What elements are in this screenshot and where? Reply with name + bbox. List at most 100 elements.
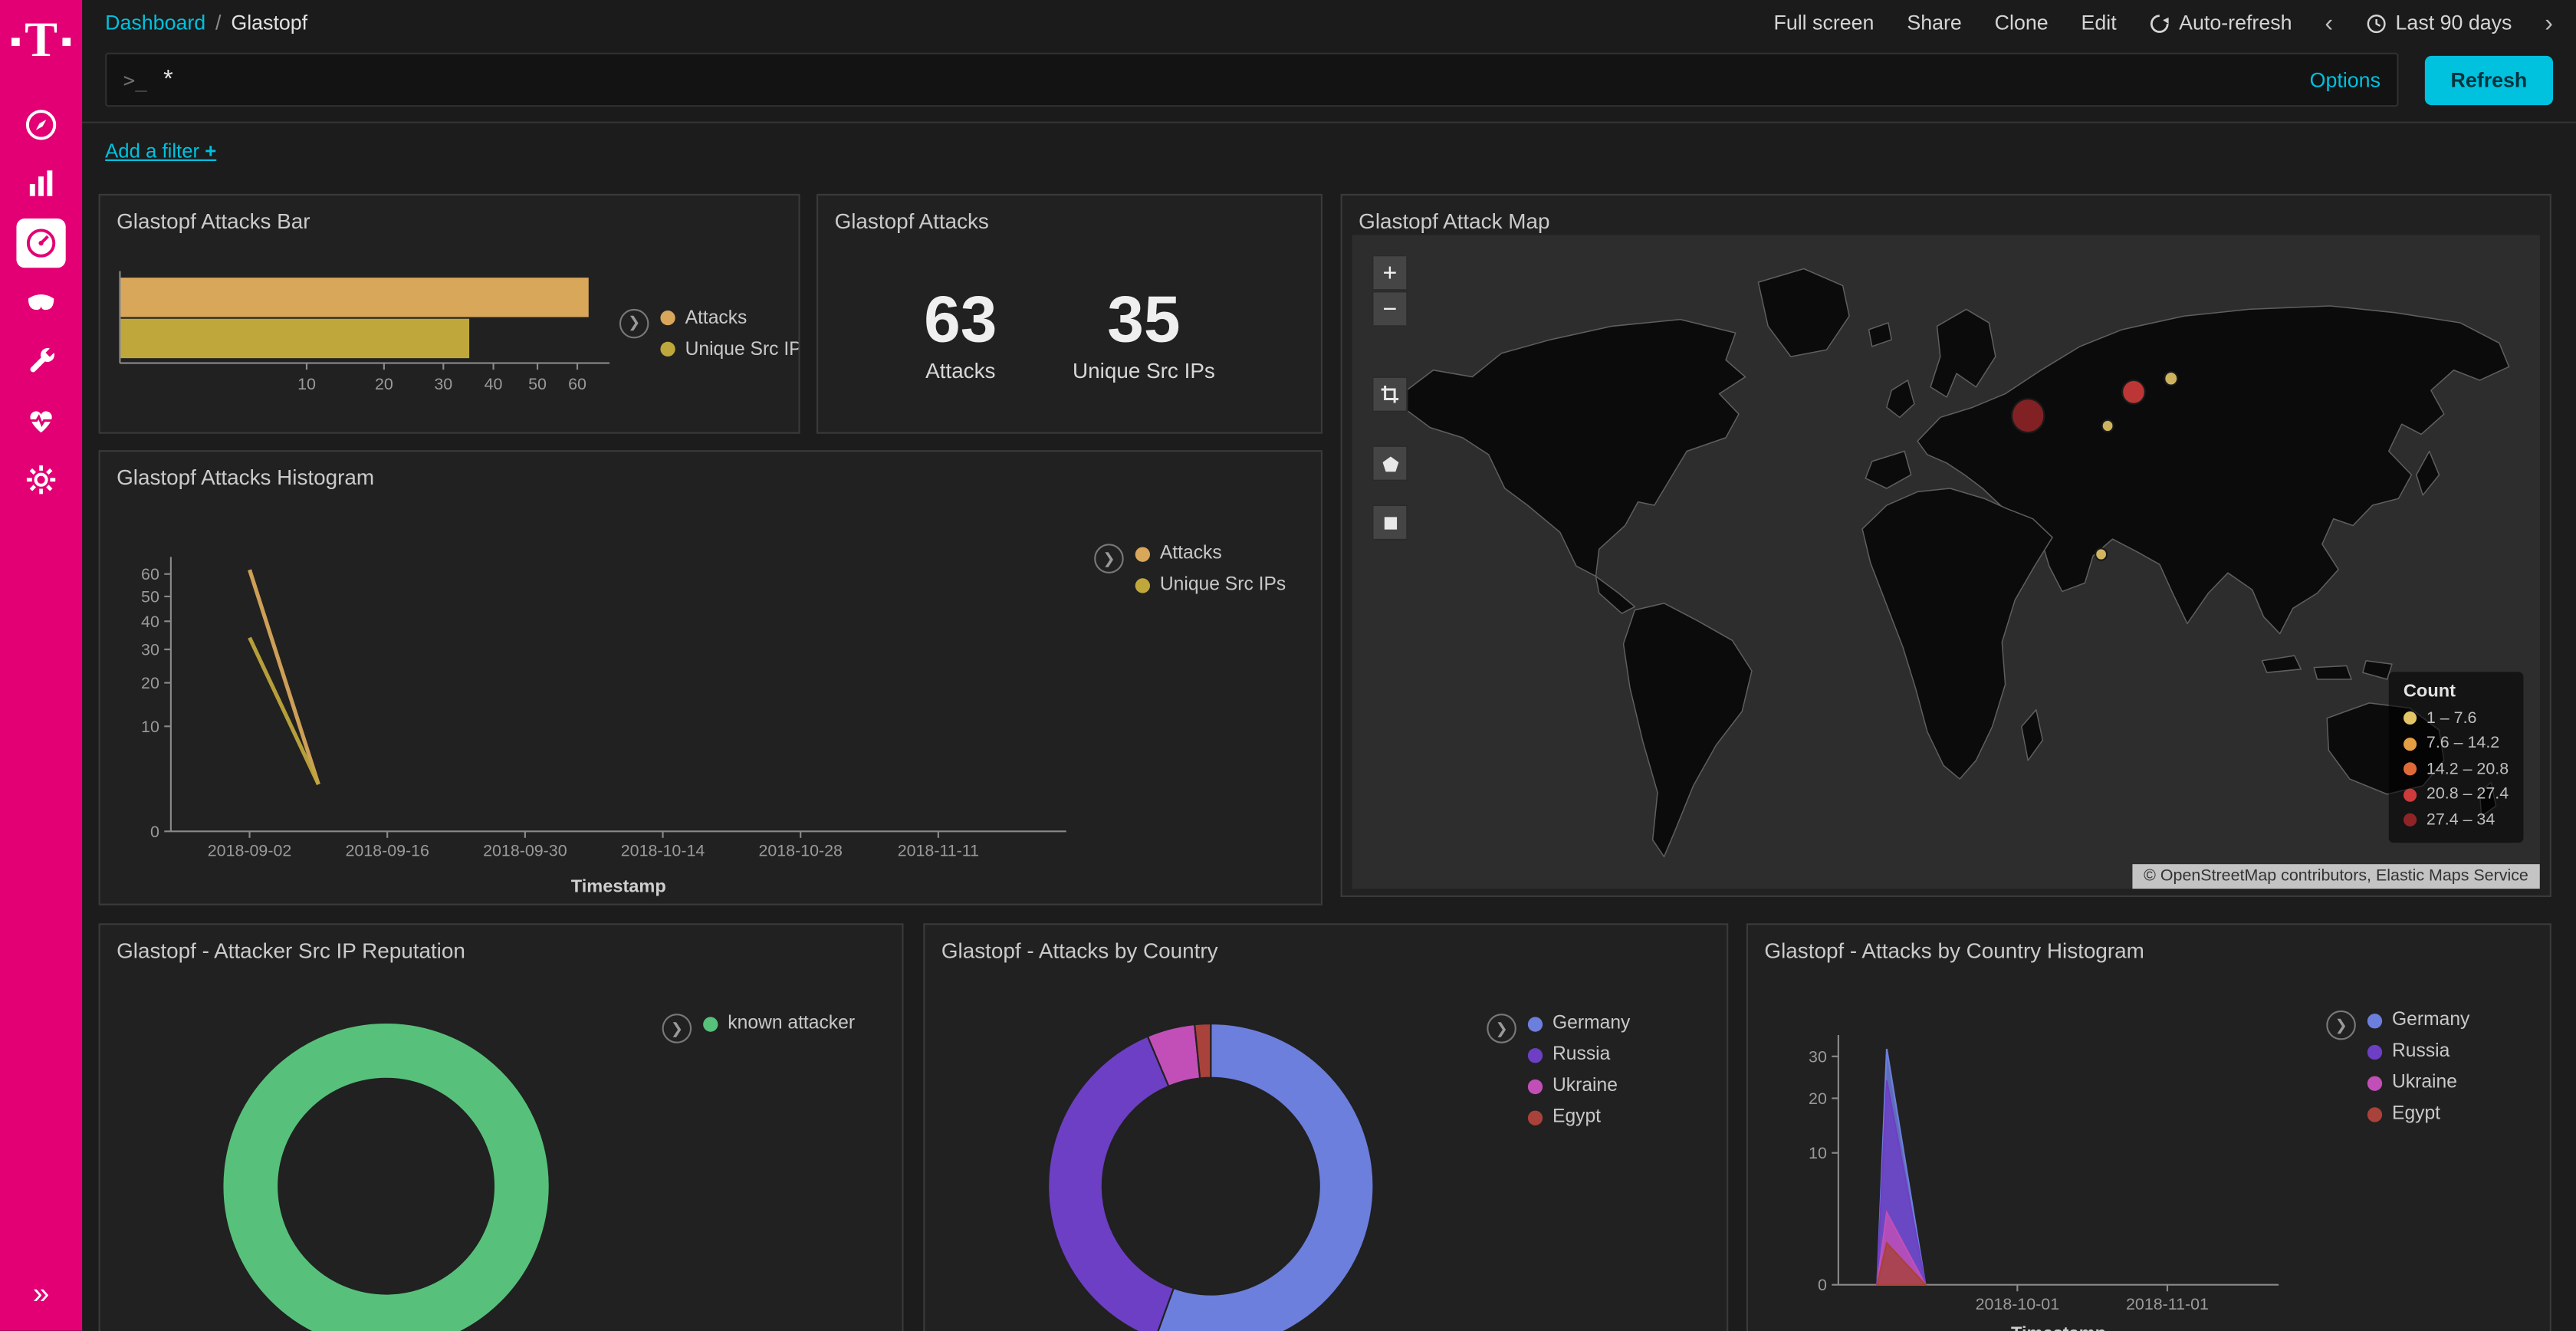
- legend-item[interactable]: Ukraine: [1528, 1076, 1630, 1096]
- polygon-select-button[interactable]: [1372, 445, 1408, 481]
- legend-swatch: [1528, 1079, 1543, 1093]
- sidebar-item-dev-tools[interactable]: [12, 332, 71, 391]
- map-legend-row: 1 – 7.6: [2404, 705, 2509, 731]
- legend-swatch: [1528, 1047, 1543, 1062]
- console-prompt-icon: >_: [123, 68, 147, 91]
- legend-item[interactable]: Russia: [1528, 1045, 1630, 1065]
- breadcrumb-dashboard-link[interactable]: Dashboard: [105, 12, 205, 35]
- panel-attacks-bar: Glastopf Attacks Bar 102030405060 ❯ Attac…: [99, 194, 800, 434]
- map-legend-row: 7.6 – 14.2: [2404, 731, 2509, 757]
- legend-collapse-icon[interactable]: ❯: [2326, 1011, 2356, 1040]
- auto-refresh-button[interactable]: Auto-refresh: [2150, 12, 2292, 35]
- legend-item[interactable]: Russia: [2367, 1042, 2469, 1062]
- gear-icon: [23, 462, 59, 498]
- legend-item[interactable]: Germany: [1528, 1014, 1630, 1034]
- attacks-histogram-chart[interactable]: 01020304050602018-09-022018-09-162018-09…: [122, 495, 1083, 905]
- square-icon: [1379, 512, 1401, 534]
- time-range-button[interactable]: Last 90 days: [2366, 12, 2512, 35]
- panel-attacks-by-country-histogram: Glastopf - Attacks by Country Histogram …: [1746, 923, 2551, 1331]
- panel-title[interactable]: Glastopf - Attacker Src IP Reputation: [100, 925, 902, 962]
- attacks-by-country-area-chart[interactable]: 01020302018-10-012018-11-01Timestamp: [1796, 968, 2288, 1331]
- legend: ❯ Germany Russia Ukraine Egypt: [2326, 968, 2540, 1331]
- svg-text:60: 60: [568, 375, 586, 393]
- svg-text:10: 10: [297, 375, 316, 393]
- query-value: *: [163, 66, 173, 94]
- query-input[interactable]: >_ * Options: [105, 53, 2398, 107]
- zoom-in-button[interactable]: +: [1372, 255, 1408, 291]
- metric-value: 63: [924, 285, 997, 354]
- legend-swatch: [1135, 577, 1150, 592]
- panel-title[interactable]: Glastopf - Attacks by Country: [925, 925, 1727, 962]
- legend: ❯ known attacker: [662, 971, 892, 1331]
- share-button[interactable]: Share: [1907, 12, 1961, 35]
- legend-label: Attacks: [685, 308, 748, 328]
- legend-collapse-icon[interactable]: ❯: [1487, 1014, 1516, 1043]
- panel-title[interactable]: Glastopf Attacks Histogram: [100, 452, 1321, 489]
- svg-text:40: 40: [141, 613, 159, 631]
- full-screen-button[interactable]: Full screen: [1773, 12, 1874, 35]
- legend-item[interactable]: Germany: [2367, 1011, 2469, 1030]
- heartbeat-icon: [23, 403, 59, 439]
- attacks-by-country-donut-chart[interactable]: [1027, 1002, 1395, 1331]
- crop-icon: [1378, 383, 1401, 406]
- legend-swatch: [1135, 547, 1150, 561]
- sidebar-item-dashboard[interactable]: [12, 214, 71, 273]
- rect-select-button[interactable]: [1372, 504, 1408, 541]
- metric-attacks: 63 Attacks: [924, 285, 997, 382]
- refresh-button[interactable]: Refresh: [2425, 55, 2553, 104]
- plus-icon: +: [205, 140, 216, 163]
- time-next-button[interactable]: ›: [2545, 11, 2553, 35]
- legend-label: Russia: [1552, 1045, 1610, 1065]
- panel-title[interactable]: Glastopf - Attacks by Country Histogram: [1748, 925, 2550, 962]
- zoom-out-button[interactable]: −: [1372, 291, 1408, 327]
- sidebar-item-discover[interactable]: [12, 95, 71, 154]
- svg-text:10: 10: [141, 718, 159, 736]
- map-legend-swatch: [2404, 712, 2417, 725]
- svg-text:2018-09-16: 2018-09-16: [345, 841, 429, 859]
- legend-item[interactable]: known attacker: [703, 1014, 855, 1034]
- panel-title[interactable]: Glastopf Attacks Bar: [100, 196, 799, 233]
- panel-attacks-metric: Glastopf Attacks 63 Attacks 35 Unique Sr…: [816, 194, 1322, 434]
- legend-collapse-icon[interactable]: ❯: [619, 308, 649, 338]
- sidebar-item-visualize[interactable]: [12, 154, 71, 213]
- panel-attacks-histogram: Glastopf Attacks Histogram 0102030405060…: [99, 450, 1322, 905]
- legend-item[interactable]: Attacks: [1135, 544, 1286, 564]
- legend-swatch: [660, 342, 675, 357]
- clone-button[interactable]: Clone: [1995, 12, 2049, 35]
- legend-label: Egypt: [1552, 1107, 1601, 1127]
- legend-item[interactable]: Ukraine: [2367, 1073, 2469, 1093]
- sidebar-item-security-mask[interactable]: [12, 273, 71, 332]
- map-attribution[interactable]: © OpenStreetMap contributors, Elastic Ma…: [2132, 864, 2540, 889]
- legend-item[interactable]: Attacks: [660, 308, 800, 328]
- map-legend-row: 20.8 – 27.4: [2404, 782, 2509, 807]
- legend-collapse-icon[interactable]: ❯: [1094, 544, 1124, 573]
- svg-text:2018-09-30: 2018-09-30: [483, 841, 567, 859]
- sidebar-collapse-button[interactable]: »: [33, 1277, 49, 1311]
- legend-item[interactable]: Unique Src IPs: [1135, 575, 1286, 595]
- legend-item[interactable]: Egypt: [2367, 1104, 2469, 1124]
- attacks-bar-chart[interactable]: 102030405060: [110, 258, 619, 409]
- top-chrome: Dashboard / Glastopf Full screen Share C…: [82, 0, 2576, 123]
- legend: ❯ Attacks Unique Src IPs: [1094, 495, 1311, 897]
- attack-map[interactable]: + −: [1352, 235, 2540, 889]
- legend-label: Unique Src IPs: [685, 340, 800, 360]
- legend-collapse-icon[interactable]: ❯: [662, 1014, 692, 1043]
- sidebar-item-management[interactable]: [12, 450, 71, 509]
- panel-attack-map: Glastopf Attack Map: [1341, 194, 2551, 897]
- add-filter-link[interactable]: Add a filter +: [105, 140, 216, 163]
- edit-button[interactable]: Edit: [2082, 12, 2117, 35]
- map-legend-row: 14.2 – 20.8: [2404, 757, 2509, 782]
- svg-text:0: 0: [1818, 1276, 1827, 1294]
- sidebar-item-monitoring[interactable]: [12, 391, 71, 450]
- legend-swatch: [1528, 1110, 1543, 1125]
- ip-reputation-donut-chart[interactable]: [202, 1002, 570, 1331]
- time-prev-button[interactable]: ‹: [2325, 11, 2333, 35]
- crop-select-button[interactable]: [1372, 376, 1408, 412]
- query-options-link[interactable]: Options: [2310, 68, 2380, 91]
- svg-text:30: 30: [434, 375, 452, 393]
- bar-chart-icon: [23, 166, 59, 202]
- panel-title[interactable]: Glastopf Attacks: [818, 196, 1321, 233]
- legend-item[interactable]: Egypt: [1528, 1107, 1630, 1127]
- legend-item[interactable]: Unique Src IPs: [660, 340, 800, 360]
- panel-title[interactable]: Glastopf Attack Map: [1342, 196, 2550, 233]
